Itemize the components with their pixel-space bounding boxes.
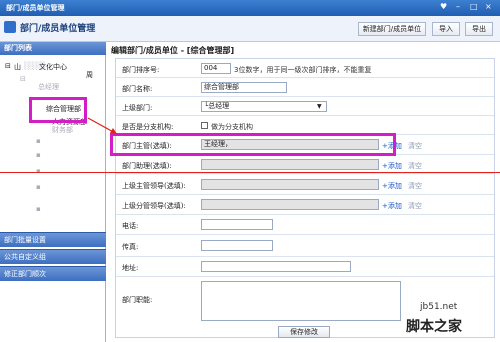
tree-root-label[interactable]: 山 xyxy=(14,62,21,72)
page-header: 部门/成员单位管理 新建部门/成员单位 导入 导出 xyxy=(0,16,500,42)
assistant-field[interactable] xyxy=(201,159,379,170)
manager-highlight-box xyxy=(110,133,396,156)
page-title: 部门/成员单位管理 xyxy=(20,24,96,34)
address-label: 地址: xyxy=(122,264,139,272)
tree-root-suffix[interactable]: 文化中心 xyxy=(39,62,67,72)
fax-input[interactable] xyxy=(201,240,273,251)
tree-item-finance[interactable]: 财务部 xyxy=(52,125,73,135)
leader2-clear-link[interactable]: 清空 xyxy=(408,201,422,211)
tree-blur-1: ▪ xyxy=(36,137,41,145)
parent-label: 上级部门: xyxy=(122,104,153,112)
assistant-add-link[interactable]: +添加 xyxy=(382,161,402,171)
sort-input[interactable]: 004 xyxy=(201,63,231,74)
tree-item-general[interactable]: 总经理 xyxy=(38,82,59,92)
tree-collapse-icon[interactable]: ⊟ xyxy=(20,75,26,83)
leader2-label: 上级分管领导(选填): xyxy=(122,202,186,210)
branch-label: 是否是分支机构: xyxy=(122,123,174,131)
new-department-button[interactable]: 新建部门/成员单位 xyxy=(358,22,426,36)
row-name: 部门名称: 综合管理部 xyxy=(116,78,494,97)
favorite-icon[interactable]: ♥ xyxy=(440,2,447,11)
phone-input[interactable] xyxy=(201,219,273,230)
row-fax: 传真: xyxy=(116,235,494,257)
tree-root-icon[interactable]: ⊟ xyxy=(5,62,11,70)
assistant-label: 部门助理(选填): xyxy=(122,162,172,170)
row-sort: 部门排序号: 004 3位数字，用于同一级次部门排序，不能重复 xyxy=(116,59,494,78)
assistant-clear-link[interactable]: 清空 xyxy=(408,161,422,171)
selected-item-highlight xyxy=(29,97,87,123)
import-button[interactable]: 导入 xyxy=(432,22,460,36)
name-input[interactable]: 综合管理部 xyxy=(201,82,287,93)
address-input[interactable] xyxy=(201,261,351,272)
tree-blur-5: ▪ xyxy=(36,205,41,213)
department-tree: ⊟ 山 ░░░░ 文化中心 周 ⊟ 总经理 综合管理部 人力资源部 财务部 ▪ … xyxy=(0,55,106,235)
app-logo-icon xyxy=(4,21,16,33)
phone-label: 电话: xyxy=(122,222,139,230)
leader1-field[interactable] xyxy=(201,179,379,190)
chevron-down-icon[interactable]: ▼ xyxy=(317,103,322,110)
sidebar-section-order[interactable]: 修正部门顺次 xyxy=(0,266,106,281)
sidebar-section-groups[interactable]: 公共自定义组 xyxy=(0,249,106,264)
parent-select[interactable]: └总经理 xyxy=(201,101,327,112)
main-panel: 编辑部门/成员单位 - [综合管理部] 部门排序号: 004 3位数字，用于同一… xyxy=(107,42,500,342)
leader2-add-link[interactable]: +添加 xyxy=(382,201,402,211)
watermark-brand: 脚本之家 xyxy=(406,319,462,335)
save-changes-button[interactable]: 保存修改 xyxy=(278,326,330,338)
leader1-clear-link[interactable]: 清空 xyxy=(408,181,422,191)
tree-blur-4: ▪ xyxy=(36,183,41,191)
tree-blur-3: ▪ xyxy=(36,167,41,175)
row-phone: 电话: xyxy=(116,215,494,235)
sort-label: 部门排序号: xyxy=(122,66,160,74)
sidebar: 部门列表 ⊟ 山 ░░░░ 文化中心 周 ⊟ 总经理 综合管理部 人力资源部 财… xyxy=(0,42,106,342)
minimize-icon[interactable]: – xyxy=(456,2,460,11)
name-label: 部门名称: xyxy=(122,85,153,93)
row-parent: 上级部门: └总经理 ▼ xyxy=(116,97,494,116)
row-leader2: 上级分管领导(选填): +添加 清空 xyxy=(116,195,494,215)
leader1-add-link[interactable]: +添加 xyxy=(382,181,402,191)
sidebar-section-batch[interactable]: 部门批量设置 xyxy=(0,232,106,247)
window-title: 部门/成员单位管理 xyxy=(6,4,65,12)
branch-checkbox[interactable] xyxy=(201,122,208,129)
row-address: 地址: xyxy=(116,257,494,277)
branch-checkbox-label: 做为分支机构 xyxy=(211,123,253,131)
export-button[interactable]: 导出 xyxy=(465,22,493,36)
duty-textarea[interactable] xyxy=(201,281,401,321)
leader2-field[interactable] xyxy=(201,199,379,210)
edit-form: 部门排序号: 004 3位数字，用于同一级次部门排序，不能重复 部门名称: 综合… xyxy=(110,58,495,338)
manager-clear-link[interactable]: 清空 xyxy=(408,141,422,151)
duty-label: 部门职能: xyxy=(122,296,153,304)
sort-hint: 3位数字，用于同一级次部门排序，不能重复 xyxy=(234,66,372,74)
tree-blur-2: ▪ xyxy=(36,151,41,159)
watermark-site: jb51.net xyxy=(420,302,458,312)
divider-red-line xyxy=(0,172,500,173)
fax-label: 传真: xyxy=(122,243,139,251)
close-icon[interactable]: × xyxy=(485,2,492,11)
sidebar-header: 部门列表 xyxy=(0,42,106,55)
form-title: 编辑部门/成员单位 - [综合管理部] xyxy=(111,46,235,55)
tree-item-week[interactable]: 周 xyxy=(86,70,93,80)
window-titlebar: 部门/成员单位管理 ♥ – □ × xyxy=(0,0,500,16)
maximize-icon[interactable]: □ xyxy=(470,2,478,11)
row-leader1: 上级主管领导(选填): +添加 清空 xyxy=(116,175,494,195)
leader1-label: 上级主管领导(选填): xyxy=(122,182,186,190)
